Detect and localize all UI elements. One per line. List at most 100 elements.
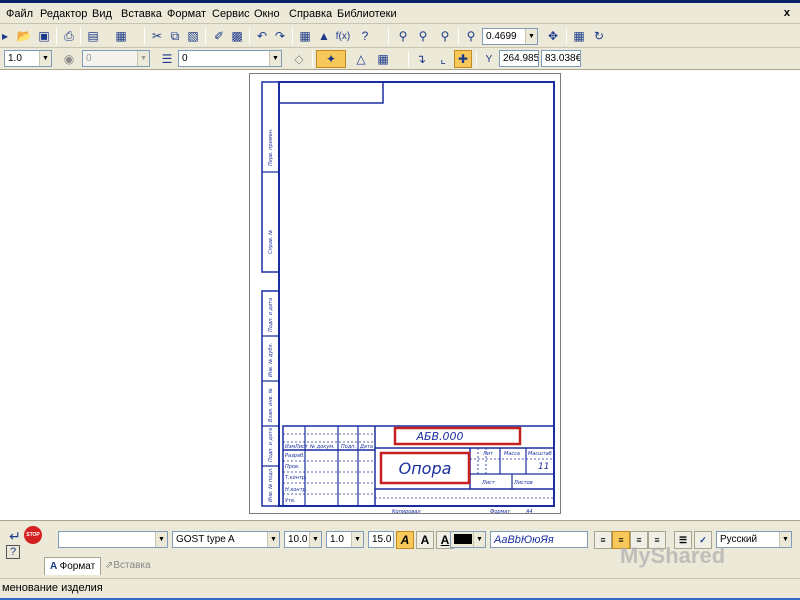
menu-format[interactable]: Формат [167,8,206,20]
toolbar-separator [56,28,57,44]
library-icon[interactable]: ▲ [315,27,333,45]
tab-format[interactable]: A Формат [44,557,102,575]
chevron-down-icon[interactable]: ▼ [309,532,321,547]
zoom-in-icon[interactable]: ⚲ [462,27,480,45]
char-width-field[interactable]: 15.0 [368,531,394,548]
side-label: Перв. примен. [268,128,274,166]
chevron-down-icon[interactable]: ▼ [525,29,537,44]
menu-editor[interactable]: Редактор [40,8,87,20]
rotate-view-icon[interactable]: ↻ [590,27,608,45]
designation-text: АБВ.000 [415,430,463,443]
axis-icon[interactable]: ↴ [412,50,430,68]
scale-value: 11 [538,462,549,472]
coord-y-label: Y [485,53,493,65]
line-spacing-field[interactable]: 1.0 ▼ [326,531,364,548]
menu-window[interactable]: Окно [254,8,280,20]
copy-icon[interactable]: ⧉ [166,27,184,45]
text-color-field[interactable]: ▼ [450,531,486,548]
align-left-icon[interactable]: ≡ [594,531,612,549]
open-file-icon[interactable]: 📂 [15,27,33,45]
grid-icon[interactable]: ▦ [374,50,392,68]
zoom-level-field[interactable]: 0.4699 ▼ [482,28,538,45]
menu-file[interactable]: Файл [6,8,33,20]
cut-icon[interactable]: ✂ [148,27,166,45]
variables-icon[interactable]: ▦ [296,27,314,45]
toolbar-separator [249,28,250,44]
layer-state-icon[interactable]: ◉ [60,50,78,68]
menu-service[interactable]: Сервис [212,8,250,20]
layer-field[interactable]: 0 ▼ [82,50,150,67]
create-object-icon[interactable]: ↵ [6,527,24,545]
italic-button[interactable]: A [396,531,414,549]
menu-libraries[interactable]: Библиотеки [337,8,397,20]
role-label: Пров. [285,464,300,470]
coord-x-field[interactable]: 264.985 [499,50,539,67]
chevron-down-icon[interactable]: ▼ [155,532,167,547]
chevron-down-icon[interactable]: ▼ [39,51,51,66]
char-width-value: 15.0 [372,534,392,545]
copied-label: Копировал [392,509,421,515]
chevron-down-icon[interactable]: ▼ [267,532,279,547]
zoom-fit-icon[interactable]: ⚲ [414,27,432,45]
chevron-down-icon[interactable]: ▼ [137,51,149,66]
coord-y-field[interactable]: 83.038€ [541,50,581,67]
layers-icon[interactable]: ☰ [158,50,176,68]
orthogonal-icon[interactable]: △ [352,50,370,68]
side-label: Подп. и дата [268,298,274,332]
arrow-icon[interactable]: ▸ [0,27,14,45]
chevron-down-icon[interactable]: ▼ [269,51,281,66]
style-field[interactable]: 0 ▼ [178,50,282,67]
menu-help[interactable]: Справка [289,8,332,20]
print-icon[interactable]: ⎙ [60,27,78,45]
drawing-sheet[interactable]: Перв. примен. Справ. № Подп. и дата Инв.… [249,73,561,515]
role-label: Разраб. [285,453,305,459]
local-cs-icon[interactable]: ◇ [290,50,308,68]
line-scale-field[interactable]: 1.0 ▼ [4,50,52,67]
help-pointer-icon[interactable]: ? [356,27,374,45]
tab-insert-label: Вставка [113,560,151,571]
snap-point-icon[interactable]: ✚ [454,50,472,68]
toolbar-separator [205,28,206,44]
magnet-snap-icon[interactable]: ✦ [316,50,346,68]
tab-insert[interactable]: ⇗Вставка [100,557,156,575]
text-style-field[interactable]: ▼ [58,531,168,548]
refresh-view-icon[interactable]: ▦ [570,27,588,45]
coord-x-value: 264.985 [503,53,539,64]
format-painter-icon[interactable]: ✐ [210,27,228,45]
font-name-field[interactable]: GOST type A ▼ [172,531,280,548]
properties-icon[interactable]: ▦ [112,27,130,45]
menu-bar: Файл Редактор Вид Вставка Формат Сервис … [0,3,800,24]
undo-icon[interactable]: ↶ [253,27,271,45]
top-stamp [278,81,384,104]
zoom-all-icon[interactable]: ⚲ [436,27,454,45]
paste-icon[interactable]: ▧ [184,27,202,45]
font-size-value: 10.0 [288,534,308,545]
sheets-label: Листов [513,480,533,486]
layer-value: 0 [86,53,92,64]
round-icon[interactable]: ⌞ [434,50,452,68]
redo-icon[interactable]: ↷ [271,27,289,45]
coord-y-value: 83.038€ [545,53,581,64]
manager-icon[interactable]: ▩ [228,27,246,45]
changes-label: Лист [294,444,309,450]
current-state-toolbar: 1.0 ▼ ◉ 0 ▼ ☰ 0 ▼ ◇ ✦ △ ▦ ↴ ⌞ ✚ Y 264.98… [0,48,800,70]
zoom-window-icon[interactable]: ⚲ [394,27,412,45]
font-sample-value: АаBbЮюЯя [494,534,554,546]
chevron-down-icon[interactable]: ▼ [351,532,363,547]
close-document-button[interactable]: x [784,7,790,19]
format-label: Формат [490,509,511,515]
menu-view[interactable]: Вид [92,8,112,20]
pan-icon[interactable]: ✥ [544,27,562,45]
bold-button[interactable]: A [416,531,434,549]
chevron-down-icon[interactable]: ▼ [473,532,485,547]
toolbar-separator [566,28,567,44]
stop-icon[interactable]: STOP [24,526,42,544]
help-icon[interactable]: ? [6,545,20,559]
preview-icon[interactable]: ▤ [84,27,102,45]
chevron-down-icon[interactable]: ▼ [779,532,791,547]
part-name-text: Опора [399,459,452,478]
font-size-field[interactable]: 10.0 ▼ [284,531,322,548]
menu-insert[interactable]: Вставка [121,8,162,20]
save-icon[interactable]: ▣ [35,27,53,45]
fx-icon[interactable]: f(x) [333,27,353,45]
